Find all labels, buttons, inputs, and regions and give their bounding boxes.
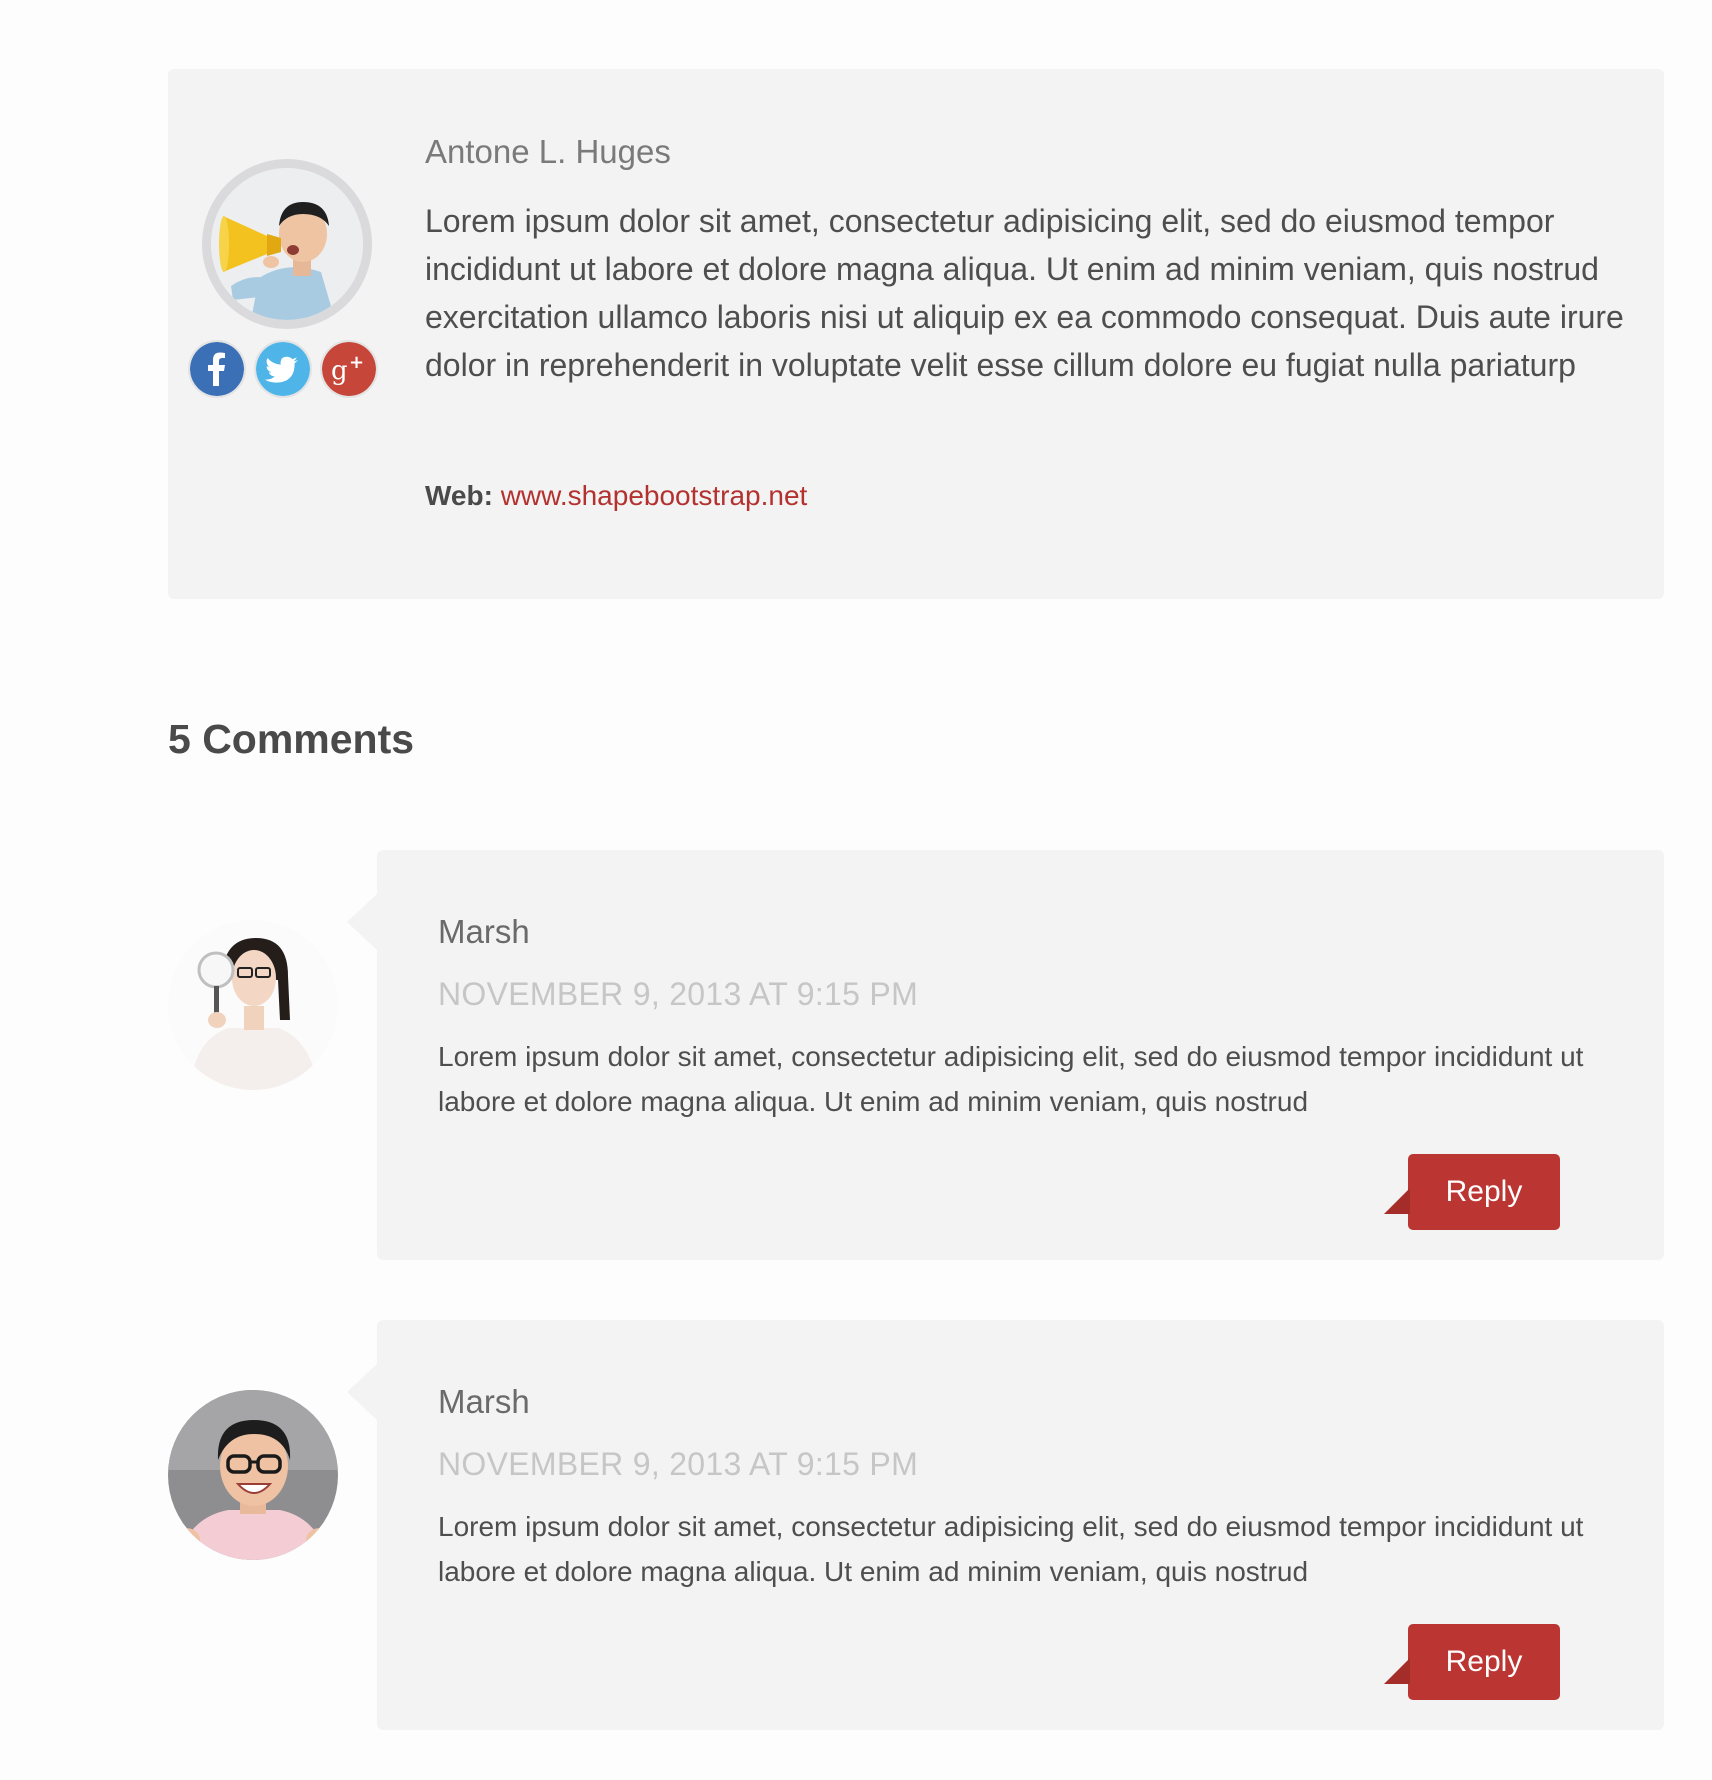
comment-date: NOVEMBER 9, 2013 AT 9:15 PM [438,1446,919,1482]
author-box: g + Antone L. Huges Lorem ipsum dolor si… [168,69,1664,599]
comment-author: Marsh [438,1383,530,1420]
comment-author: Marsh [438,913,530,950]
reply-label: Reply [1445,1175,1523,1208]
comment-bubble-arrow [347,894,377,950]
author-website: Web: www.shapebootstrap.net [425,480,807,512]
blog-post-footer: g + Antone L. Huges Lorem ipsum dolor si… [0,0,1712,1780]
svg-text:+: + [349,352,364,373]
woman-with-magnifier-photo [168,920,338,1090]
avatar [168,920,338,1090]
reply-button-tail [1384,1658,1410,1684]
google-plus-icon[interactable]: g + [320,340,378,398]
reply-button-tail [1384,1188,1410,1214]
website-link[interactable]: www.shapebootstrap.net [501,480,808,511]
comments-count-heading: 5 Comments [168,716,415,762]
author-avatar [211,168,363,320]
author-social-links: g + [188,340,388,400]
comment-date: NOVEMBER 9, 2013 AT 9:15 PM [438,976,919,1012]
author-avatar-ring [202,159,372,329]
reply-button[interactable]: Reply [1384,1154,1560,1230]
comment-bubble: Marsh NOVEMBER 9, 2013 AT 9:15 PM Lorem … [347,1320,1664,1730]
svg-text:g: g [331,356,348,386]
comment-item: Marsh NOVEMBER 9, 2013 AT 9:15 PM Lorem … [168,1320,1664,1732]
man-with-megaphone-photo [211,168,363,320]
author-name: Antone L. Huges [425,133,671,170]
comment-text: Lorem ipsum dolor sit amet, consectetur … [438,1041,1584,1117]
reply-button[interactable]: Reply [1384,1624,1560,1700]
reply-label: Reply [1445,1645,1523,1678]
man-with-glasses-photo [168,1390,338,1560]
twitter-icon[interactable] [254,340,312,398]
comment-text: Lorem ipsum dolor sit amet, consectetur … [438,1511,1584,1587]
comment-bubble: Marsh NOVEMBER 9, 2013 AT 9:15 PM Lorem … [347,850,1664,1260]
comment-item: Marsh NOVEMBER 9, 2013 AT 9:15 PM Lorem … [168,850,1664,1262]
comment-bubble-arrow [347,1364,377,1420]
author-bio: Lorem ipsum dolor sit amet, consectetur … [425,203,1624,383]
facebook-icon[interactable] [188,340,246,398]
avatar [168,1390,338,1560]
website-label: Web: [425,480,493,511]
